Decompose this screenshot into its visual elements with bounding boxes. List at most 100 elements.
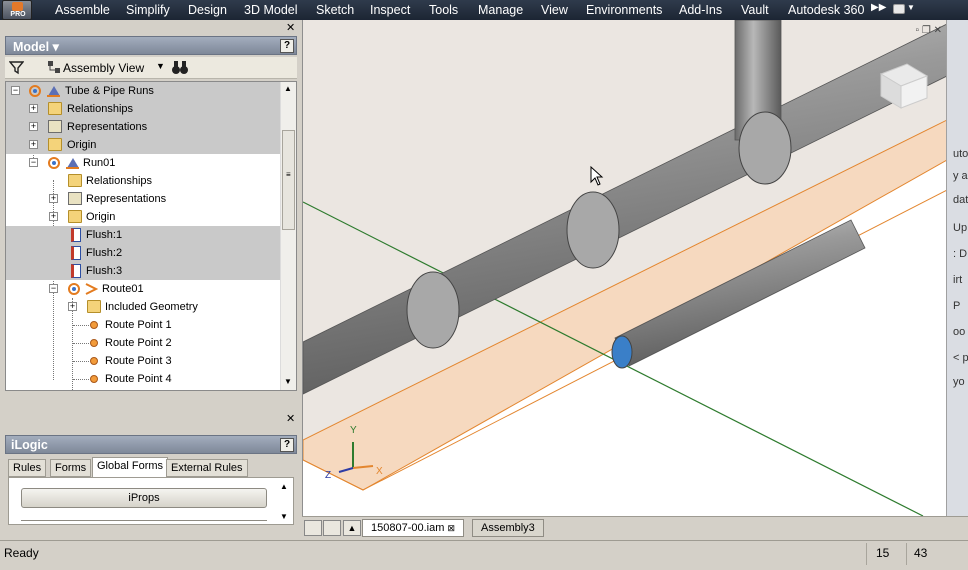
application-menu-button[interactable]: PRO <box>2 0 32 20</box>
3d-model-scene[interactable] <box>303 20 946 516</box>
tab-manage[interactable]: Manage <box>478 3 523 17</box>
tree-item-origin[interactable]: + Origin <box>6 136 280 154</box>
status-bar: Ready 15 43 <box>0 540 968 570</box>
help-icon[interactable]: ? <box>280 39 294 53</box>
tree-item-relationships[interactable]: Relationships <box>6 172 280 190</box>
tab-external-rules[interactable]: External Rules <box>166 459 248 477</box>
scroll-up-icon[interactable]: ▲ <box>280 482 288 491</box>
tab-inspect[interactable]: Inspect <box>370 3 410 17</box>
expand-icon[interactable]: + <box>68 302 77 311</box>
tree-item-flush-2[interactable]: Flush:2 <box>6 244 280 262</box>
cascade-windows-icon[interactable] <box>304 520 322 536</box>
coupling-flange <box>566 191 620 269</box>
tree-item-relationships[interactable]: + Relationships <box>6 100 280 118</box>
tab-3d-model[interactable]: 3D Model <box>244 3 298 17</box>
forms-scrollbar[interactable]: ▲ ▼ <box>277 482 291 522</box>
route-point-icon <box>90 321 98 329</box>
background-window-fragment: uto y a dat Up : D irt P oo < p yo <box>946 20 968 516</box>
tab-sketch[interactable]: Sketch <box>316 3 354 17</box>
tree-item-tube-pipe-runs[interactable]: − Tube & Pipe Runs <box>6 82 280 100</box>
tree-item-representations[interactable]: + Representations <box>6 118 280 136</box>
tree-item-label: Relationships <box>86 175 153 187</box>
binoculars-search-icon[interactable] <box>171 60 189 75</box>
triad-z-label: Z <box>325 470 332 481</box>
expand-icon[interactable]: + <box>29 104 38 113</box>
ilogic-title: iLogic <box>11 438 48 452</box>
tree-item-flush-1[interactable]: Flush:1 <box>6 226 280 244</box>
left-panel: ✕ Model ▾ ? Assembly View ▼ − Tube & Pip… <box>0 20 302 540</box>
tree-item-route-point-2[interactable]: Route Point 2 <box>6 334 280 352</box>
fragment-text: oo <box>953 326 966 338</box>
doc-tab-150807-00[interactable]: 150807-00.iam ⊠ <box>362 519 464 537</box>
expand-icon[interactable]: + <box>49 212 58 221</box>
scroll-down-icon[interactable]: ▼ <box>284 377 292 386</box>
fragment-text: dat <box>953 194 968 206</box>
tree-item-origin[interactable]: + Origin <box>6 208 280 226</box>
browser-title[interactable]: Model ▾ <box>13 39 59 54</box>
fragment-text: < p <box>953 352 968 364</box>
doc-tab-label: 150807-00.iam <box>371 522 445 534</box>
tree-item-label: Flush:2 <box>86 247 123 259</box>
close-icon[interactable]: ✕ <box>934 25 942 36</box>
tab-vault[interactable]: Vault <box>741 3 769 17</box>
open-documents-menu-icon[interactable]: ▲ <box>343 520 361 536</box>
expand-icon[interactable]: + <box>29 122 38 131</box>
fragment-text: irt <box>953 274 963 286</box>
tree-item-representations[interactable]: + Representations <box>6 190 280 208</box>
tab-global-forms[interactable]: Global Forms <box>92 457 169 478</box>
tree-item-label: Route01 <box>102 283 144 295</box>
tab-tools[interactable]: Tools <box>429 3 458 17</box>
tab-simplify[interactable]: Simplify <box>126 3 170 17</box>
tree-item-route01[interactable]: − Route01 <box>6 280 280 298</box>
folder-icon <box>48 138 62 151</box>
representations-icon <box>68 192 82 205</box>
tree-item-route-point-3[interactable]: Route Point 3 <box>6 352 280 370</box>
tab-autodesk-360[interactable]: Autodesk 360 <box>788 3 864 17</box>
graphics-viewport[interactable]: Y X Z ▫ ❐ ✕ <box>302 20 946 516</box>
tab-overflow-icon[interactable]: ▶▶ <box>871 2 886 13</box>
next-form-button-edge[interactable] <box>21 520 267 526</box>
ribbon-display-toggle[interactable] <box>893 4 905 14</box>
folder-icon <box>68 210 82 223</box>
tree-scrollbar[interactable]: ▲ ≡ ▼ <box>280 82 296 390</box>
scroll-up-icon[interactable]: ▲ <box>284 84 292 93</box>
tab-assemble[interactable]: Assemble <box>55 3 110 17</box>
tree-item-label: Run01 <box>83 157 116 169</box>
tab-view[interactable]: View <box>541 3 568 17</box>
filter-icon[interactable] <box>9 60 24 75</box>
scroll-down-icon[interactable]: ▼ <box>280 512 288 521</box>
assembly-view-dropdown[interactable]: Assembly View <box>63 61 144 75</box>
tree-item-route-point-4[interactable]: Route Point 4 <box>6 370 280 388</box>
browser-close-icon[interactable]: ✕ <box>286 21 295 34</box>
scrollbar-thumb[interactable]: ≡ <box>282 130 295 230</box>
help-icon[interactable]: ? <box>280 438 294 452</box>
tree-item-flush-3[interactable]: Flush:3 <box>6 262 280 280</box>
tree-item-included-geometry[interactable]: + Included Geometry <box>6 298 280 316</box>
tab-add-ins[interactable]: Add-Ins <box>679 3 722 17</box>
tab-environments[interactable]: Environments <box>586 3 662 17</box>
tab-close-icon[interactable]: ⊠ <box>447 523 455 533</box>
restore-icon[interactable]: ❐ <box>922 25 931 36</box>
minimize-icon[interactable]: ▫ <box>916 25 920 36</box>
collapse-icon[interactable]: − <box>49 284 58 293</box>
update-icon <box>29 85 41 97</box>
collapse-icon[interactable]: − <box>29 158 38 167</box>
global-forms-list: iProps ▲ ▼ <box>8 477 294 525</box>
iprops-form-button[interactable]: iProps <box>21 488 267 508</box>
chevron-down-icon[interactable]: ▼ <box>156 61 165 71</box>
expand-icon[interactable]: + <box>49 194 58 203</box>
folder-icon <box>87 300 101 313</box>
tree-item-run01[interactable]: − Run01 <box>6 154 280 172</box>
tree-item-route-point-1[interactable]: Route Point 1 <box>6 316 280 334</box>
tab-design[interactable]: Design <box>188 3 227 17</box>
ilogic-close-icon[interactable]: ✕ <box>286 412 295 425</box>
tab-rules[interactable]: Rules <box>8 459 47 477</box>
tab-forms[interactable]: Forms <box>50 459 92 477</box>
tile-windows-icon[interactable] <box>323 520 341 536</box>
doc-tab-assembly3[interactable]: Assembly3 <box>472 519 544 537</box>
tree-item-label: Relationships <box>67 103 134 115</box>
chevron-down-icon[interactable]: ▼ <box>907 3 915 12</box>
model-browser-header: Model ▾ ? <box>5 36 297 55</box>
collapse-icon[interactable]: − <box>11 86 20 95</box>
expand-icon[interactable]: + <box>29 140 38 149</box>
